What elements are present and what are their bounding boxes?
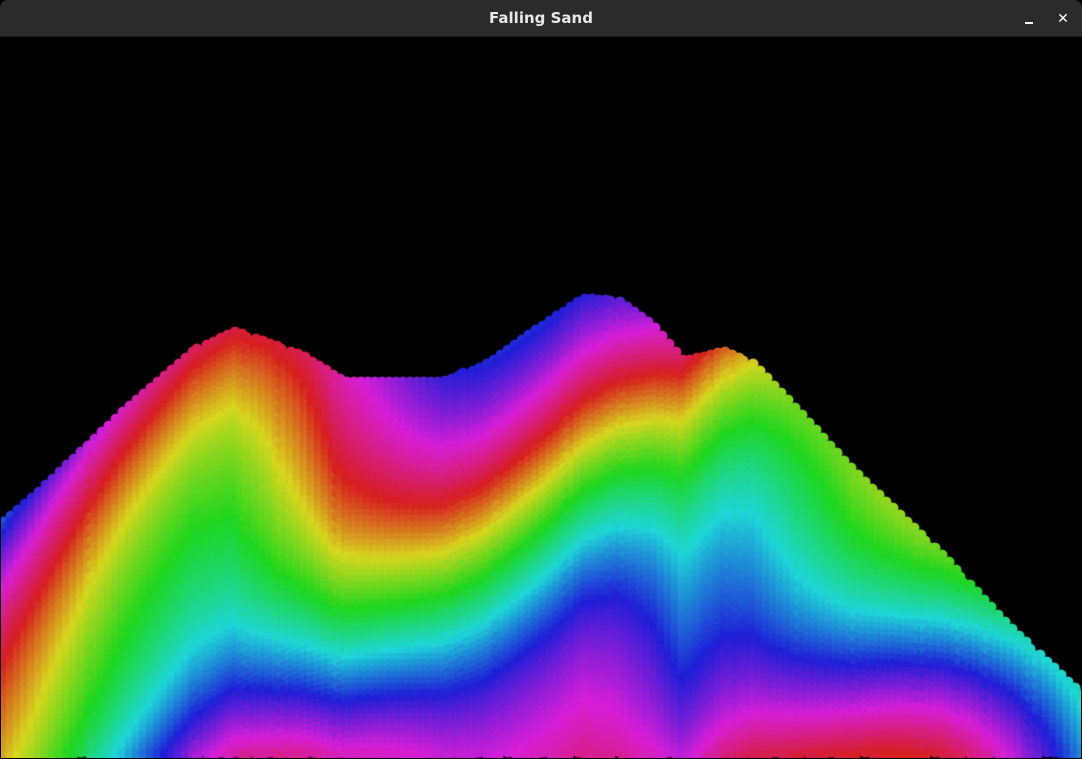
minimize-button[interactable] bbox=[1017, 7, 1041, 31]
app-window: Falling Sand ✕ bbox=[0, 0, 1082, 759]
sand-canvas-area[interactable] bbox=[1, 37, 1081, 758]
title-bar[interactable]: Falling Sand ✕ bbox=[0, 0, 1082, 37]
close-icon: ✕ bbox=[1057, 11, 1069, 27]
minimize-icon bbox=[1025, 22, 1033, 24]
window-title: Falling Sand bbox=[489, 9, 593, 27]
close-button[interactable]: ✕ bbox=[1051, 7, 1075, 31]
sand-simulation-canvas[interactable] bbox=[1, 37, 1081, 758]
